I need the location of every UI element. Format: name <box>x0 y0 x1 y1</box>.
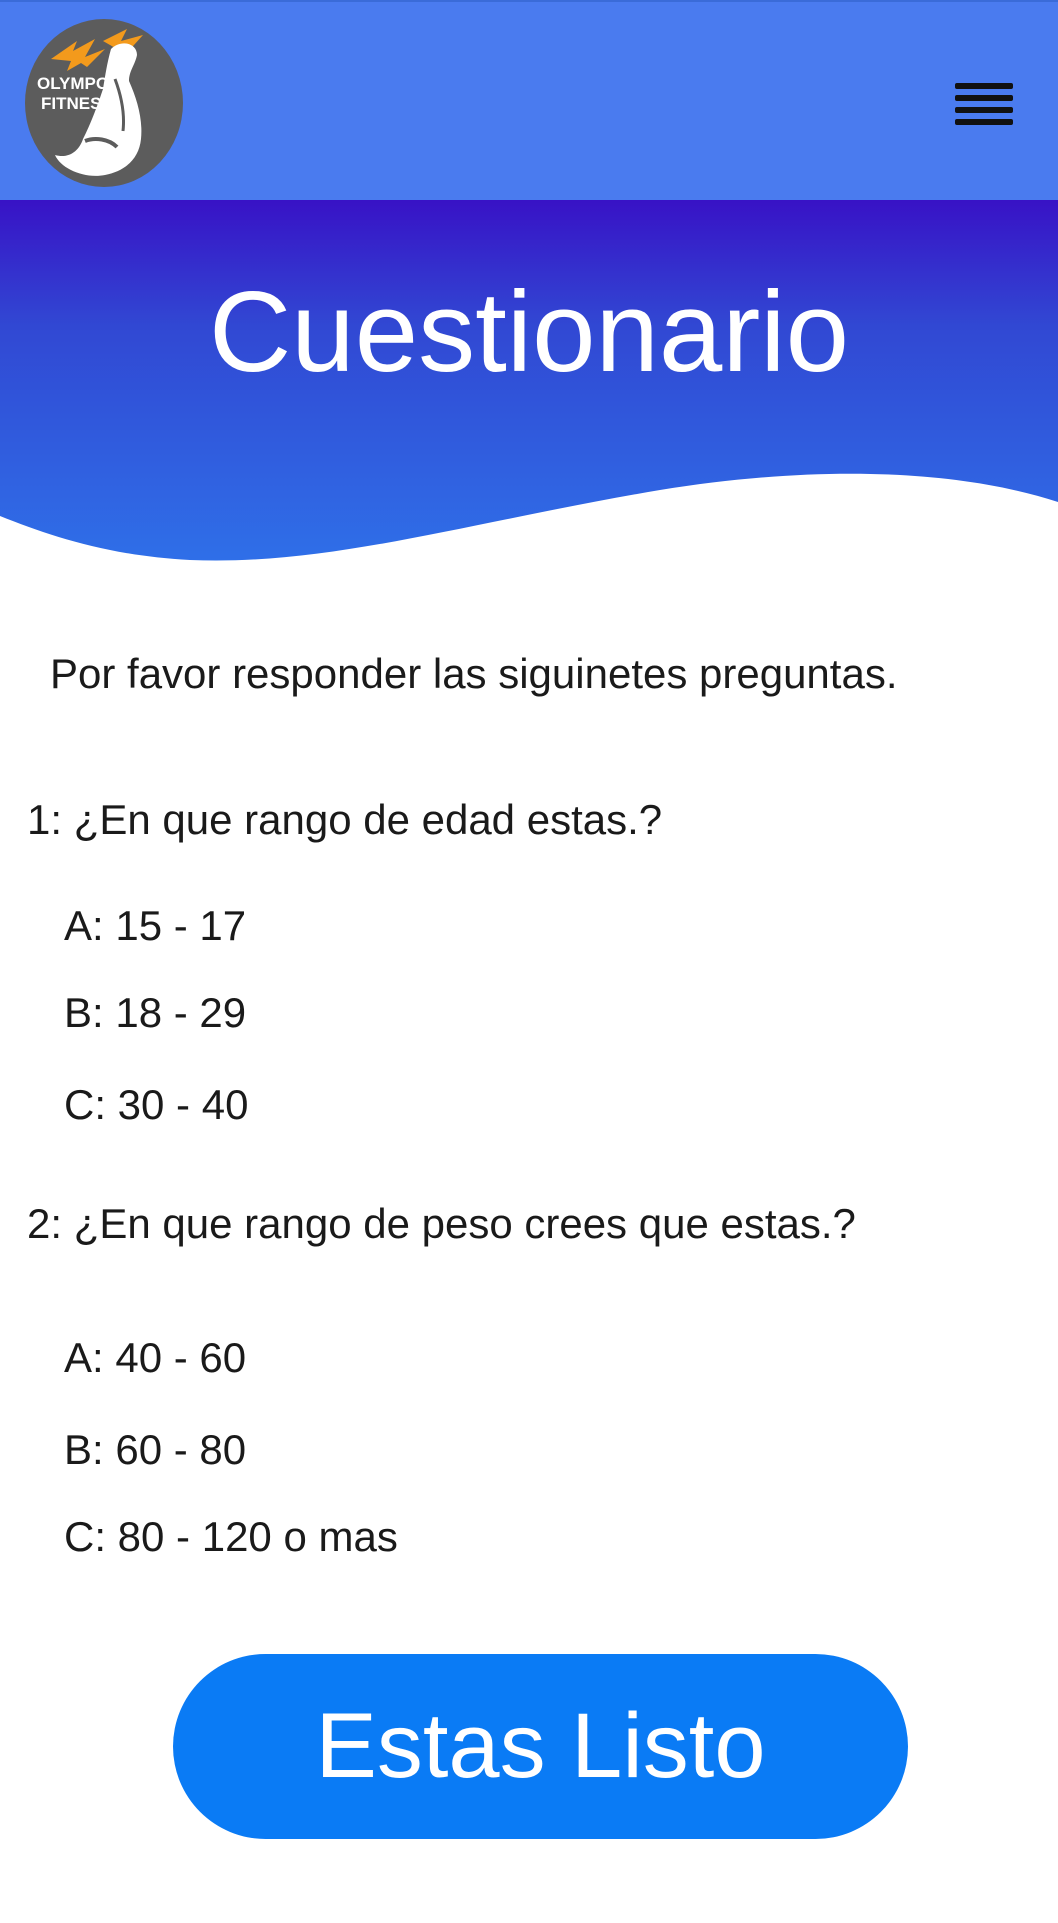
menu-bar <box>955 119 1013 125</box>
question-1: 1: ¿En que rango de edad estas.? <box>27 796 663 843</box>
question-2-option-c[interactable]: C: 80 - 120 o mas <box>64 1511 398 1563</box>
page-title: Cuestionario <box>208 269 850 396</box>
menu-bar <box>955 107 1013 113</box>
hamburger-menu-icon[interactable] <box>950 80 1018 128</box>
question-2-option-b[interactable]: B: 60 - 80 <box>64 1424 246 1476</box>
svg-text:FITNESS: FITNESS <box>41 94 113 113</box>
svg-text:OLYMPO: OLYMPO <box>37 74 109 93</box>
olympo-fitness-logo[interactable]: OLYMPO FITNESS <box>25 19 183 187</box>
menu-bar <box>955 83 1013 89</box>
menu-bar <box>955 95 1013 101</box>
question-2-option-a[interactable]: A: 40 - 60 <box>64 1332 246 1384</box>
question-1-option-a[interactable]: A: 15 - 17 <box>64 900 246 952</box>
intro-text: Por favor responder las siguinetes pregu… <box>50 650 898 697</box>
question-2: 2: ¿En que rango de peso crees que estas… <box>27 1200 856 1247</box>
ready-button[interactable]: Estas Listo <box>173 1654 908 1839</box>
top-bar: OLYMPO FITNESS <box>0 0 1058 200</box>
question-1-option-c[interactable]: C: 30 - 40 <box>64 1079 248 1131</box>
flexing-arm-logo-icon: OLYMPO FITNESS <box>37 29 143 176</box>
question-1-option-b[interactable]: B: 18 - 29 <box>64 987 246 1039</box>
